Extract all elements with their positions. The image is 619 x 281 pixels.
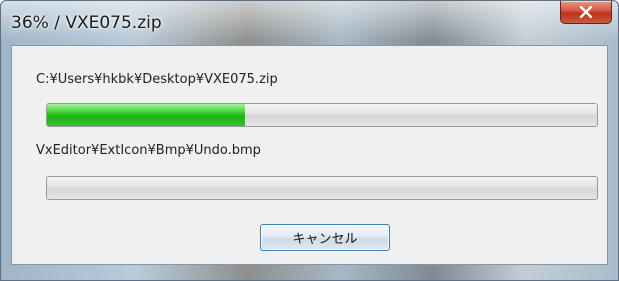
archive-path-label: C:¥Users¥hkbk¥Desktop¥VXE075.zip (36, 72, 278, 87)
cancel-button[interactable]: キャンセル (260, 224, 390, 251)
window-title: 36% / VXE075.zip (11, 13, 162, 33)
title-bar[interactable]: 36% / VXE075.zip (1, 1, 618, 45)
progress-dialog-window: 36% / VXE075.zip C:¥Users¥hkbk¥Desktop¥V… (0, 0, 619, 281)
overall-progress-bar (46, 103, 598, 127)
close-button[interactable] (560, 1, 612, 24)
current-item-path-label: VxEditor¥ExtIcon¥Bmp¥Undo.bmp (36, 143, 261, 158)
overall-progress-fill (47, 104, 245, 126)
close-x-icon (579, 6, 593, 18)
item-progress-bar (46, 176, 598, 200)
dialog-body: C:¥Users¥hkbk¥Desktop¥VXE075.zip VxEdito… (11, 45, 608, 265)
